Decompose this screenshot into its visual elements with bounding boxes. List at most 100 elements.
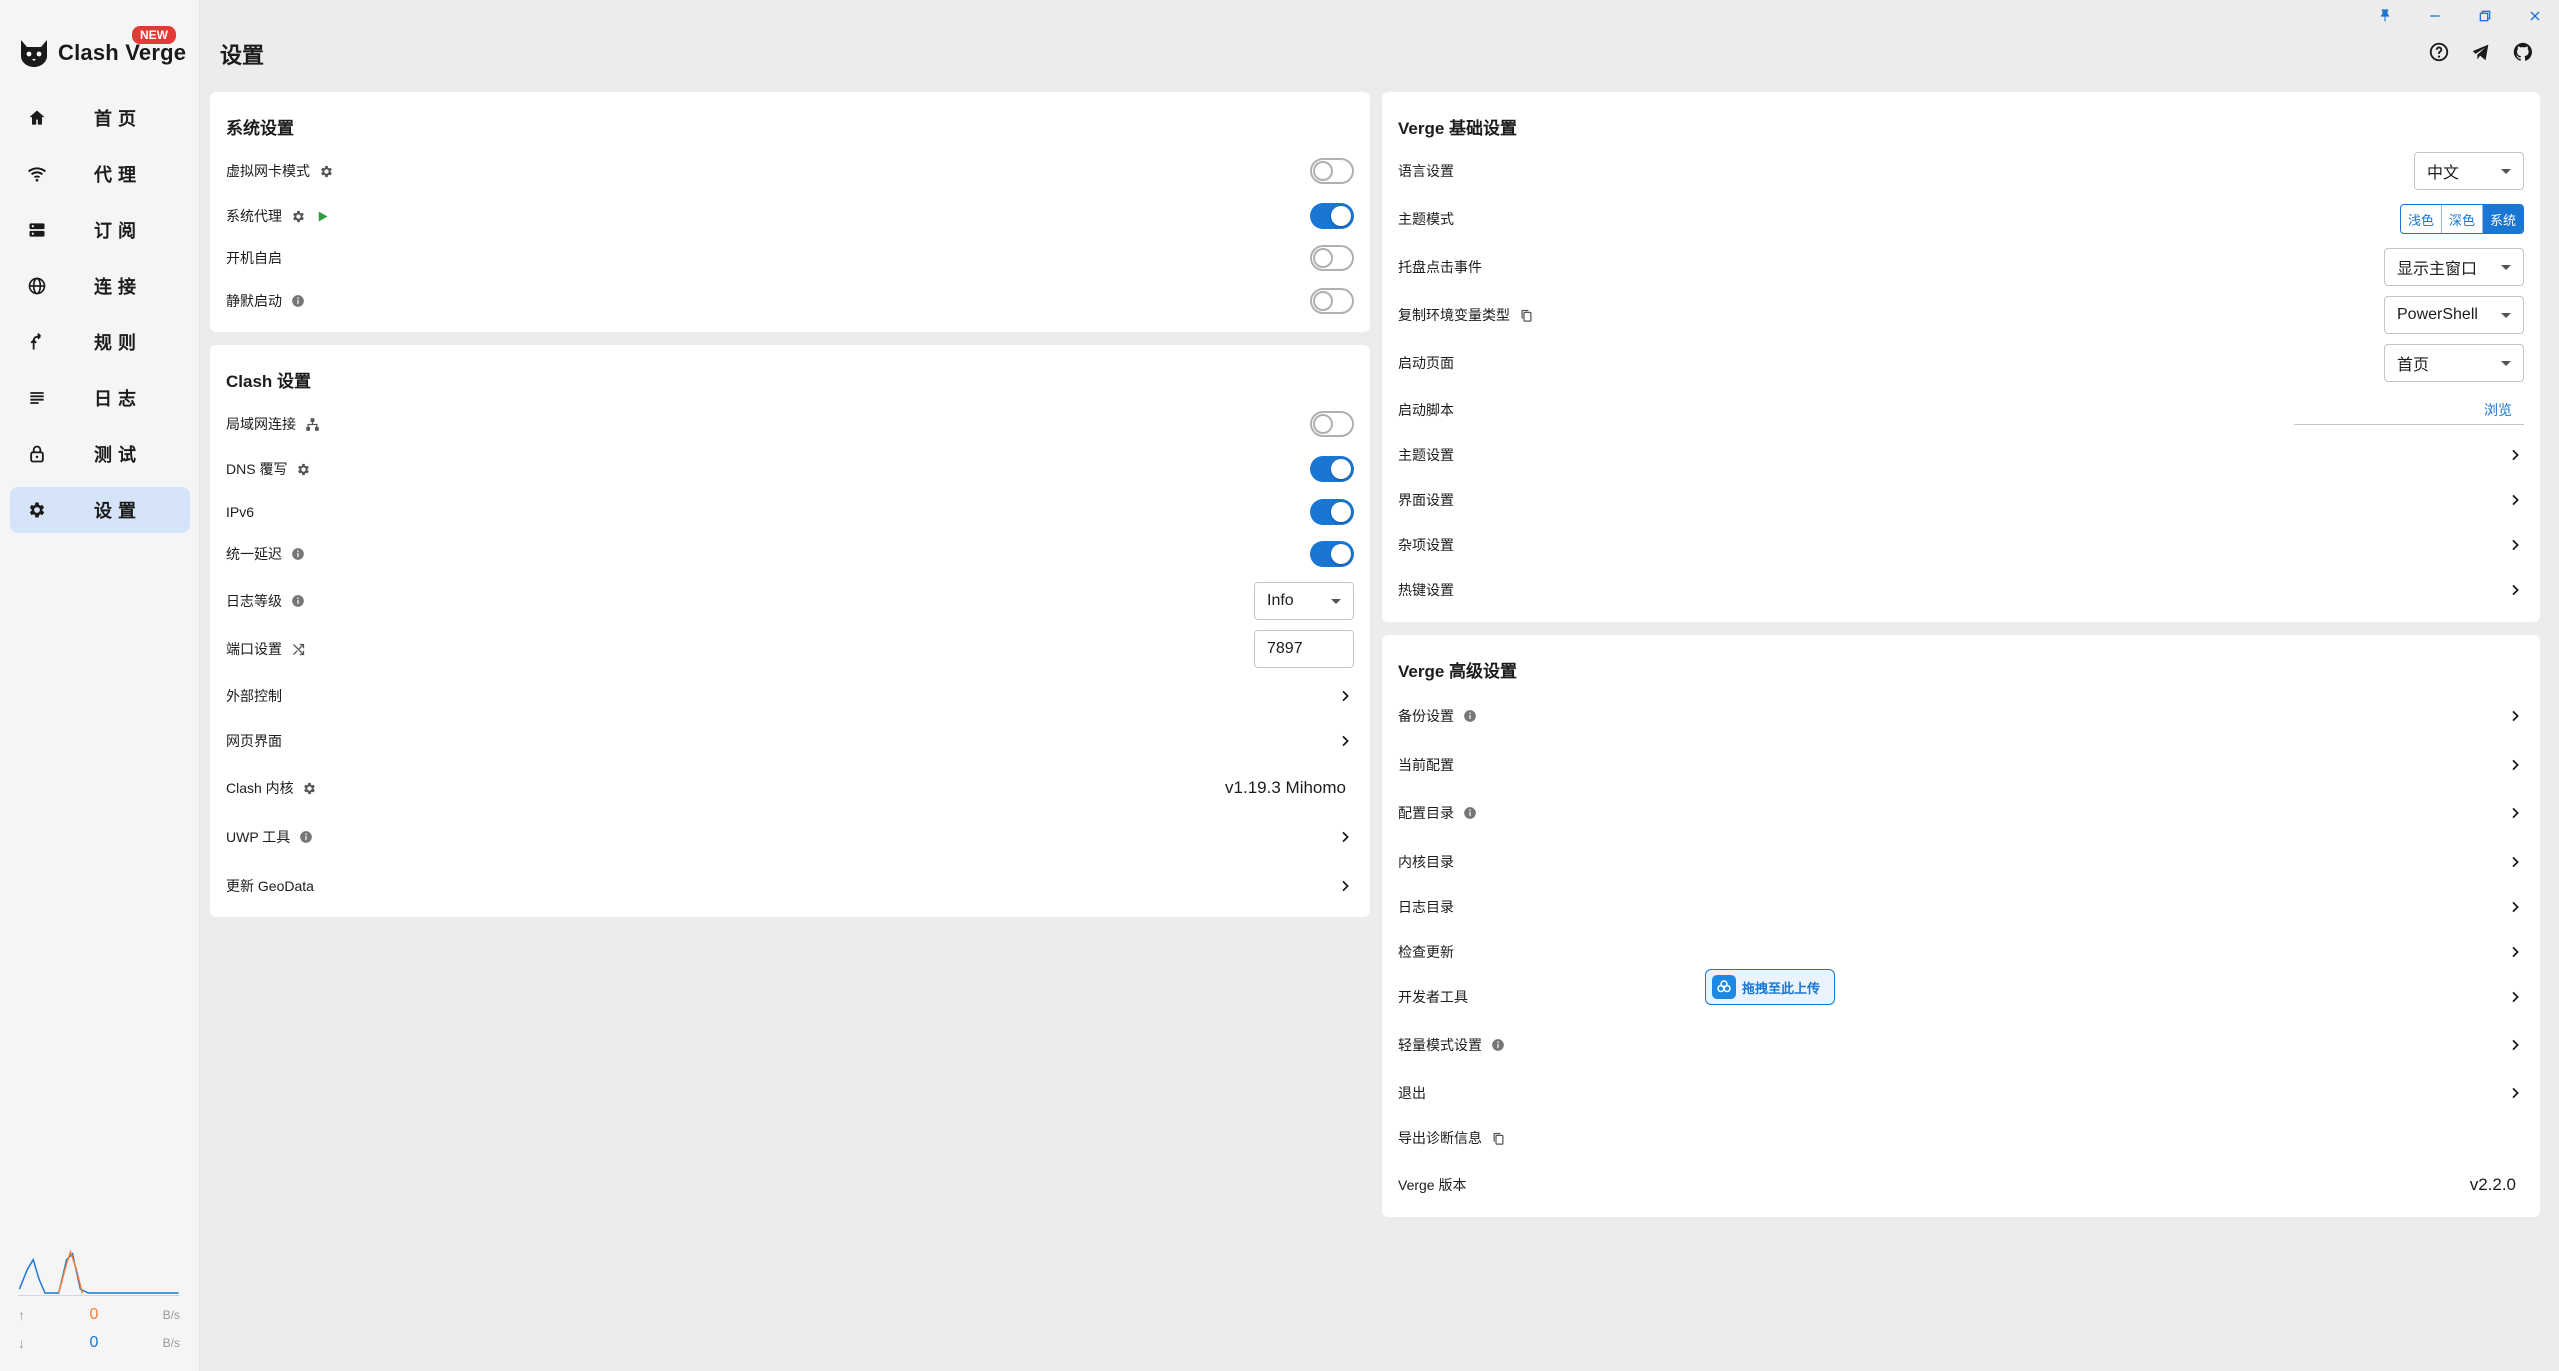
chevron-right-icon[interactable] xyxy=(2506,988,2524,1006)
info-icon[interactable] xyxy=(290,593,306,609)
external-control-row[interactable]: 外部控制 xyxy=(226,679,1354,713)
core-dir-row[interactable]: 内核目录 xyxy=(1398,845,2524,879)
uwp-row[interactable]: UWP 工具 xyxy=(226,820,1354,854)
info-icon[interactable] xyxy=(298,829,314,845)
theme-dark-button[interactable]: 深色 xyxy=(2442,205,2483,233)
restore-icon[interactable] xyxy=(2475,6,2495,26)
sidebar-item-home[interactable]: 首页 xyxy=(10,95,190,141)
startup-script-row: 启动脚本 浏览 xyxy=(1398,393,2524,427)
log-level-select[interactable]: Info xyxy=(1254,582,1354,620)
info-icon[interactable] xyxy=(1490,1037,1506,1053)
fork-icon xyxy=(26,331,48,353)
hotkey-settings-row[interactable]: 热键设置 xyxy=(1398,573,2524,607)
chevron-right-icon[interactable] xyxy=(2506,581,2524,599)
silent-start-toggle[interactable] xyxy=(1310,288,1354,314)
chevron-right-icon[interactable] xyxy=(2506,804,2524,822)
chevron-right-icon[interactable] xyxy=(2506,446,2524,464)
sidebar-item-rules[interactable]: 规则 xyxy=(10,319,190,365)
chevron-right-icon[interactable] xyxy=(2506,491,2524,509)
lite-mode-row[interactable]: 轻量模式设置 xyxy=(1398,1028,2524,1062)
web-ui-row[interactable]: 网页界面 xyxy=(226,724,1354,758)
gear-icon[interactable] xyxy=(295,461,311,477)
theme-settings-row[interactable]: 主题设置 xyxy=(1398,438,2524,472)
lan-label: 局域网连接 xyxy=(226,416,296,432)
gear-icon[interactable] xyxy=(302,780,318,796)
sidebar-item-logs[interactable]: 日志 xyxy=(10,375,190,421)
port-input[interactable]: 7897 xyxy=(1254,630,1354,668)
tun-mode-toggle[interactable] xyxy=(1310,158,1354,184)
dns-toggle[interactable] xyxy=(1310,456,1354,482)
info-icon[interactable] xyxy=(1462,708,1478,724)
tray-click-select[interactable]: 显示主窗口 xyxy=(2384,248,2524,286)
chevron-right-icon[interactable] xyxy=(2506,943,2524,961)
theme-light-button[interactable]: 浅色 xyxy=(2401,205,2442,233)
lan-toggle[interactable] xyxy=(1310,411,1354,437)
config-dir-row[interactable]: 配置目录 xyxy=(1398,796,2524,830)
telegram-icon[interactable] xyxy=(2469,40,2493,64)
info-icon[interactable] xyxy=(1462,805,1478,821)
sidebar-item-settings[interactable]: 设置 xyxy=(10,487,190,533)
github-icon[interactable] xyxy=(2511,40,2535,64)
backup-row[interactable]: 备份设置 xyxy=(1398,699,2524,733)
help-icon[interactable] xyxy=(2427,40,2451,64)
card-title: Verge 高级设置 xyxy=(1398,662,1518,681)
chevron-right-icon[interactable] xyxy=(2506,707,2524,725)
unified-delay-toggle[interactable] xyxy=(1310,541,1354,567)
auto-launch-toggle[interactable] xyxy=(1310,245,1354,271)
minimize-icon[interactable] xyxy=(2425,6,2445,26)
update-geodata-row[interactable]: 更新 GeoData xyxy=(226,869,1354,903)
log-dir-row[interactable]: 日志目录 xyxy=(1398,890,2524,924)
sidebar-item-label: 订阅 xyxy=(94,221,142,241)
gear-icon xyxy=(26,499,48,521)
dns-label: DNS 覆写 xyxy=(226,461,288,477)
chevron-right-icon[interactable] xyxy=(2506,898,2524,916)
devtools-row[interactable]: 开发者工具 xyxy=(1398,980,2524,1014)
backup-label: 备份设置 xyxy=(1398,708,1454,724)
sidebar-item-subscription[interactable]: 订阅 xyxy=(10,207,190,253)
chevron-right-icon[interactable] xyxy=(2506,1036,2524,1054)
chevron-right-icon[interactable] xyxy=(2506,536,2524,554)
copy-icon[interactable] xyxy=(1518,307,1534,323)
sidebar-item-connections[interactable]: 连接 xyxy=(10,263,190,309)
copy-icon[interactable] xyxy=(1490,1130,1506,1146)
copy-env-select[interactable]: PowerShell xyxy=(2384,296,2524,334)
ipv6-toggle[interactable] xyxy=(1310,499,1354,525)
gear-icon[interactable] xyxy=(290,208,306,224)
page-title: 设置 xyxy=(220,43,265,68)
close-icon[interactable] xyxy=(2525,6,2545,26)
chevron-right-icon[interactable] xyxy=(2506,756,2524,774)
chevron-right-icon[interactable] xyxy=(1336,877,1354,895)
network-icon[interactable] xyxy=(304,416,320,432)
layout-settings-row[interactable]: 界面设置 xyxy=(1398,483,2524,517)
check-update-row[interactable]: 检查更新 xyxy=(1398,935,2524,969)
dns-icon xyxy=(26,219,48,241)
shuffle-icon[interactable] xyxy=(290,641,306,657)
chevron-right-icon[interactable] xyxy=(1336,732,1354,750)
cat-logo-icon xyxy=(21,40,47,67)
verge-version-value: v2.2.0 xyxy=(2469,1175,2516,1194)
gear-icon[interactable] xyxy=(318,163,334,179)
sidebar-item-proxy[interactable]: 代理 xyxy=(10,151,190,197)
startup-script-input[interactable]: 浏览 xyxy=(2294,395,2524,425)
theme-system-button[interactable]: 系统 xyxy=(2482,205,2523,233)
system-proxy-toggle[interactable] xyxy=(1310,203,1354,229)
chevron-right-icon[interactable] xyxy=(2506,853,2524,871)
clash-core-label: Clash 内核 xyxy=(226,780,294,796)
uwp-label: UWP 工具 xyxy=(226,829,291,845)
language-select[interactable]: 中文 xyxy=(2414,152,2524,190)
exit-row[interactable]: 退出 xyxy=(1398,1076,2524,1110)
ipv6-label: IPv6 xyxy=(226,504,255,520)
current-config-row[interactable]: 当前配置 xyxy=(1398,748,2524,782)
sidebar-item-test[interactable]: 测试 xyxy=(10,431,190,477)
chevron-right-icon[interactable] xyxy=(2506,1084,2524,1102)
drag-upload-widget[interactable]: 拖拽至此上传 xyxy=(1705,969,1835,1005)
info-icon[interactable] xyxy=(290,546,306,562)
start-page-select[interactable]: 首页 xyxy=(2384,344,2524,382)
misc-settings-row[interactable]: 杂项设置 xyxy=(1398,528,2524,562)
pin-icon[interactable] xyxy=(2375,6,2395,26)
info-icon[interactable] xyxy=(290,293,306,309)
chevron-right-icon[interactable] xyxy=(1336,828,1354,846)
sidebar-item-label: 设置 xyxy=(94,501,142,521)
chevron-right-icon[interactable] xyxy=(1336,687,1354,705)
browse-button[interactable]: 浏览 xyxy=(2484,400,2512,420)
